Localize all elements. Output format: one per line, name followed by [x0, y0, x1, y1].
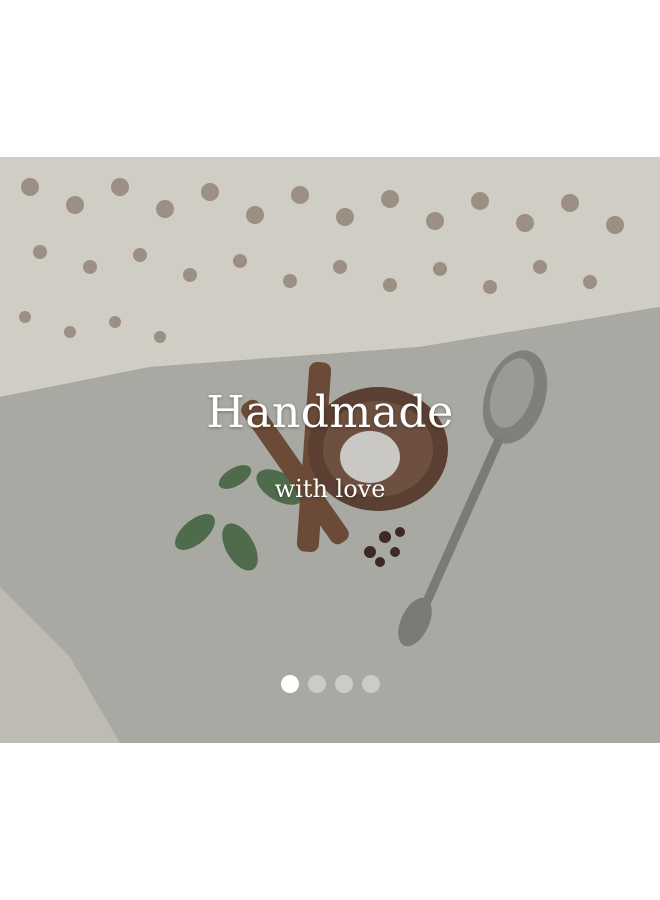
- hero-title: Handmade: [206, 387, 454, 438]
- carousel-dot-1[interactable]: [280, 675, 299, 693]
- hero-subtitle: with love: [274, 475, 386, 503]
- carousel-dot-2[interactable]: [307, 675, 326, 693]
- hero-image: [0, 157, 660, 743]
- hero-carousel[interactable]: Handmade with love: [0, 157, 660, 743]
- carousel-pagination: [0, 675, 660, 695]
- carousel-dot-3[interactable]: [334, 675, 353, 693]
- carousel-dot-4[interactable]: [361, 675, 380, 693]
